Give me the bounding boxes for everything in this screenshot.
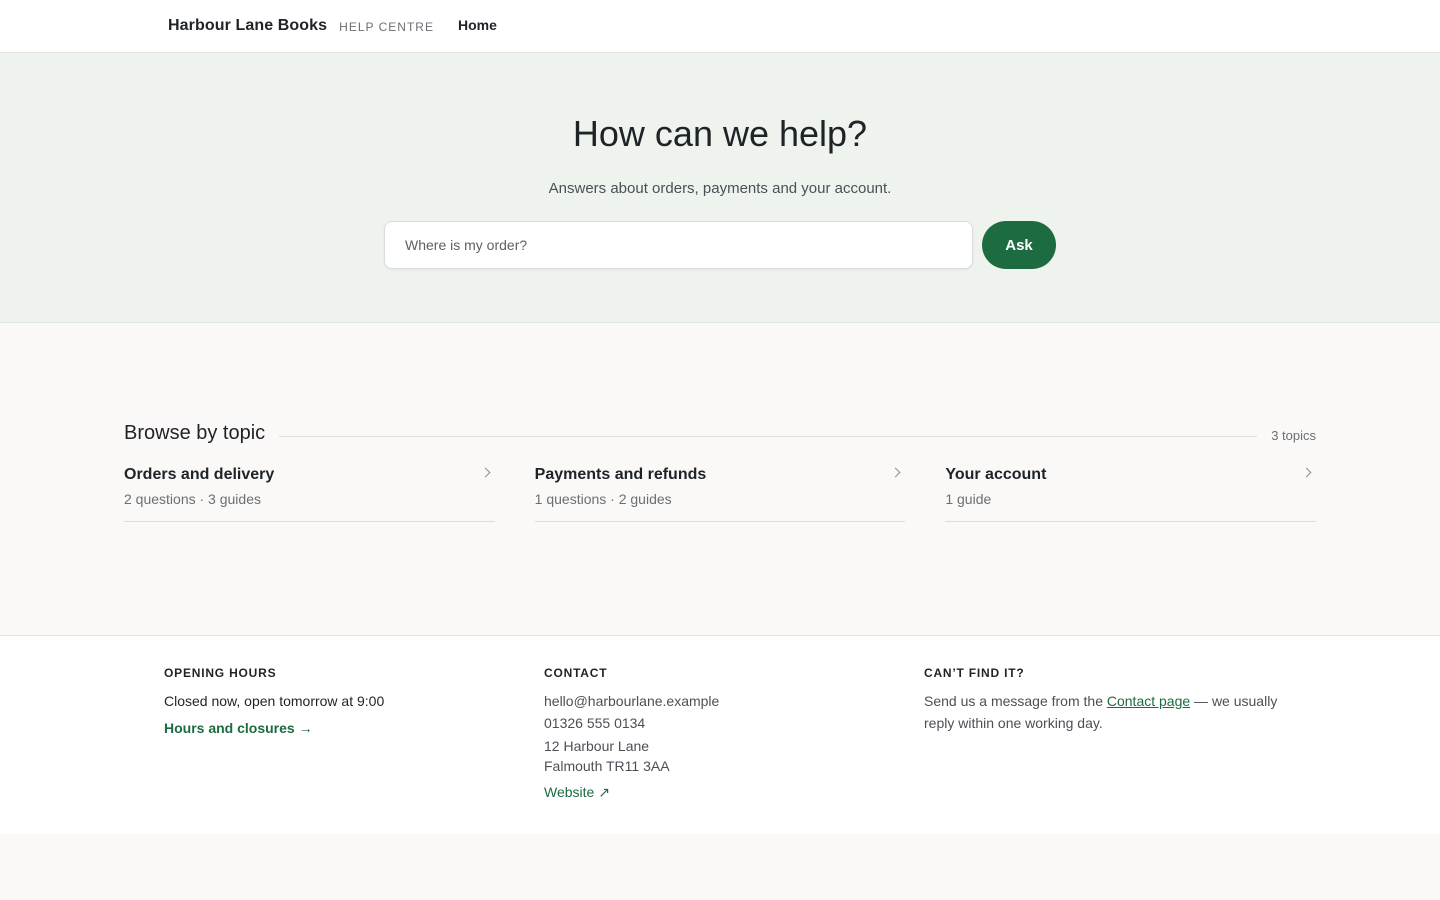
topic-name: Payments and refunds <box>534 466 707 483</box>
contact-address: 12 Harbour Lane Falmouth TR11 3AA <box>544 736 924 776</box>
topics-count: 3 topics <box>1271 428 1316 443</box>
cant-find-text-before: Send us a message from the <box>924 693 1107 709</box>
search-form: Ask <box>0 221 1440 269</box>
topic-meta: 2 questions · 3 guides <box>124 491 261 507</box>
topic-card-payments-and-refunds[interactable]: Payments and refunds 1 questions · 2 gui… <box>534 465 906 522</box>
website-link[interactable]: Website ↗ <box>544 784 610 801</box>
opening-hours-status: Closed now, open tomorrow at 9:00 <box>164 693 385 709</box>
opening-hours-heading: OPENING HOURS <box>164 666 277 680</box>
footer-contact: CONTACT hello@harbourlane.example 01326 … <box>544 666 924 834</box>
contact-heading: CONTACT <box>544 666 608 680</box>
topics-divider <box>279 436 1258 437</box>
footer-cant-find: CAN’T FIND IT? Send us a message from th… <box>924 666 1304 834</box>
contact-email[interactable]: hello@harbourlane.example <box>544 690 924 712</box>
footer: OPENING HOURS Closed now, open tomorrow … <box>0 635 1440 834</box>
footer-opening-hours: OPENING HOURS Closed now, open tomorrow … <box>164 666 544 834</box>
topic-grid: Orders and delivery 2 questions · 3 guid… <box>124 465 1317 522</box>
topic-meta: 1 questions · 2 guides <box>534 491 672 507</box>
ask-button[interactable]: Ask <box>982 221 1056 269</box>
address-line: Falmouth TR11 3AA <box>544 758 670 774</box>
page-title: How can we help? <box>572 113 868 154</box>
hero-section: How can we help? Answers about orders, p… <box>0 53 1440 323</box>
topics-header: Browse by topic 3 topics <box>124 422 1316 445</box>
address-line: 12 Harbour Lane <box>544 738 650 754</box>
topic-name: Orders and delivery <box>124 466 275 483</box>
nav-home-link[interactable]: Home <box>458 17 497 33</box>
help-centre-label: HELP CENTRE <box>339 20 434 34</box>
contact-page-link[interactable]: Contact page <box>1107 693 1190 709</box>
topics-section: Browse by topic 3 topics Orders and deli… <box>0 323 1440 635</box>
topic-name: Your account <box>945 466 1047 483</box>
hero-subtitle: Answers about orders, payments and your … <box>548 180 892 197</box>
cant-find-text: Send us a message from the Contact page … <box>924 690 1284 734</box>
top-bar: Harbour Lane Books HELP CENTRE Home <box>0 0 1440 53</box>
brand-logo-link[interactable]: Harbour Lane Books <box>168 17 327 35</box>
topic-card-orders-and-delivery[interactable]: Orders and delivery 2 questions · 3 guid… <box>124 465 495 522</box>
topic-meta: 1 guide <box>945 491 992 507</box>
cant-find-heading: CAN’T FIND IT? <box>924 666 1025 680</box>
contact-phone[interactable]: 01326 555 0134 <box>544 712 924 734</box>
search-input[interactable] <box>384 221 973 269</box>
topic-card-your-account[interactable]: Your account 1 guide <box>945 465 1317 522</box>
topics-title: Browse by topic <box>124 422 266 444</box>
hours-and-closures-link[interactable]: Hours and closures → <box>164 720 313 736</box>
